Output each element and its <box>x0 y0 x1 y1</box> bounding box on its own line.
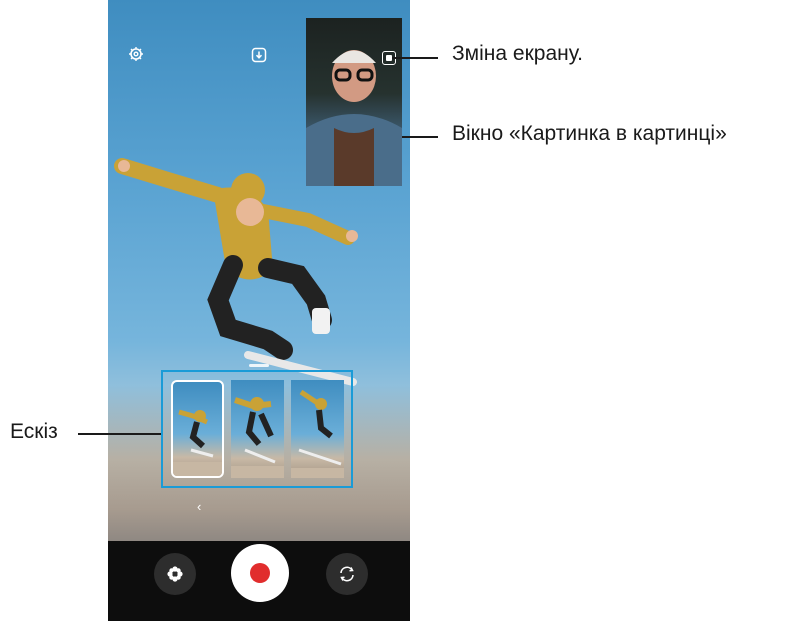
flower-icon[interactable] <box>154 553 196 595</box>
record-button[interactable] <box>231 544 289 602</box>
pip-person-image <box>306 50 402 186</box>
flip-camera-icon[interactable] <box>326 553 368 595</box>
skater-image <box>114 158 358 386</box>
gear-icon[interactable] <box>127 45 145 63</box>
thumbnail-callout-line <box>78 433 161 435</box>
switch-screen-label: Зміна екрану. <box>452 42 583 65</box>
pip-callout-line <box>402 136 438 138</box>
thumbnail-highlight <box>161 370 353 488</box>
download-icon[interactable] <box>250 46 268 64</box>
thumbnail-label: Ескіз <box>10 420 58 443</box>
strip-handle[interactable] <box>249 364 269 367</box>
pip-window-label: Вікно «Картинка в картинці» <box>452 122 727 145</box>
camera-screen <box>108 0 410 621</box>
switch-callout-line <box>392 57 438 59</box>
chevron-left-icon[interactable]: ‹ <box>197 499 201 514</box>
record-icon <box>250 563 270 583</box>
pip-window[interactable] <box>306 18 402 186</box>
